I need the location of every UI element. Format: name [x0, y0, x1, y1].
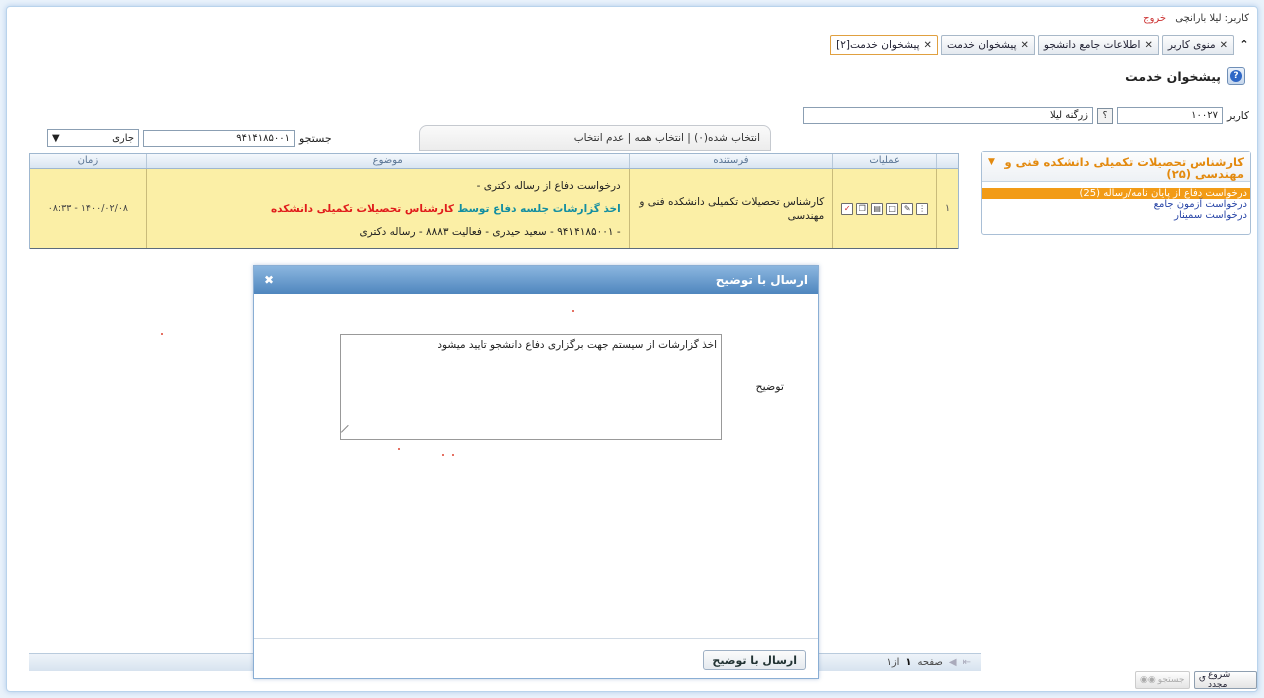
subject-line-2: اخذ گزارشات جلسه دفاع توسط کارشناس تحصیل… — [155, 198, 621, 221]
header-subject[interactable]: موضوع — [145, 154, 629, 168]
user-line: کاربر: لیلا بارانچی خروج — [1143, 13, 1249, 24]
restart-button-label: شروع مجدد — [1208, 670, 1231, 690]
user-name-field[interactable]: زرگنه لیلا — [803, 107, 1094, 124]
logout-link[interactable]: خروج — [1143, 13, 1166, 24]
header-ops[interactable]: عملیات — [832, 154, 936, 168]
row-index: ۱ — [936, 169, 958, 248]
category-title: کارشناس تحصیلات تکمیلی دانشکده فنی و مهن… — [1004, 155, 1244, 181]
category-list: درخواست دفاع از پایان نامه/رساله (25) در… — [982, 182, 1250, 221]
category-item-seminar[interactable]: درخواست سمینار — [982, 210, 1250, 221]
artifact-dot — [572, 310, 574, 312]
status-select-value: جاری — [112, 132, 134, 144]
send-with-comment-dialog: ارسال با توضیح ✖ توضیح اخذ گزارشات از سی… — [253, 265, 819, 679]
header-sender[interactable]: فرستنده — [628, 154, 833, 168]
category-panel: کارشناس تحصیلات تکمیلی دانشکده فنی و مهن… — [981, 151, 1251, 235]
restart-icon: ↺ — [1198, 675, 1207, 685]
close-icon[interactable]: ✕ — [1021, 40, 1029, 51]
user-label: کاربر — [1227, 109, 1249, 122]
status-select[interactable]: جاری ▼ — [47, 129, 139, 147]
tab-label: پیشخوان خدمت[۲] — [836, 39, 920, 51]
dialog-title-bar[interactable]: ارسال با توضیح ✖ — [254, 266, 818, 294]
row-operations: ⋮ ✎ □ ▤ ❐ ✓ — [832, 169, 936, 248]
binoculars-icon: ◉◉ — [1140, 675, 1156, 685]
category-item-comprehensive-exam[interactable]: درخواست آزمون جامع — [982, 199, 1250, 210]
close-icon[interactable]: ✖ — [264, 273, 274, 287]
close-icon[interactable]: ✕ — [924, 40, 932, 51]
table-row[interactable]: ۱ ⋮ ✎ □ ▤ ❐ ✓ کارشناس تحصیلات تکمیلی دان… — [30, 169, 958, 249]
grid-header: عملیات فرستنده موضوع زمان — [30, 154, 958, 169]
user-code-input[interactable]: ۱۰۰۲۷ — [1117, 107, 1224, 124]
comment-textarea[interactable]: اخذ گزارشات از سیستم جهت برگزاری دفاع دا… — [340, 334, 722, 440]
help-icon[interactable]: ? — [1227, 67, 1245, 85]
chevron-down-icon: ▼ — [52, 132, 60, 144]
search-row: جستجو ۹۴۱۴۱۸۵۰۰۱ جاری ▼ — [47, 129, 332, 147]
subject-action: اخذ گزارشات جلسه دفاع توسط — [457, 203, 621, 215]
search-label: جستجو — [299, 131, 332, 145]
user-lookup-button[interactable]: ؟ — [1097, 107, 1114, 124]
comment-text: اخذ گزارشات از سیستم جهت برگزاری دفاع دا… — [437, 339, 717, 351]
selection-bar[interactable]: انتخاب شده(۰) | انتخاب همه | عدم انتخاب — [419, 125, 771, 151]
edit-icon[interactable]: ✎ — [901, 202, 914, 215]
page-title: ? پیشخوان خدمت — [1125, 67, 1245, 85]
artifact-dot — [398, 448, 400, 450]
page-label: صفحه — [917, 657, 943, 668]
document-icon[interactable]: □ — [886, 202, 899, 215]
page-number-input[interactable]: ۱ — [905, 657, 911, 668]
resize-grip-icon[interactable] — [340, 424, 356, 440]
tab-service-desk-2[interactable]: ✕ پیشخوان خدمت[۲] — [830, 35, 938, 55]
search-input[interactable]: ۹۴۱۴۱۸۵۰۰۱ — [143, 129, 295, 147]
artifact-dot — [442, 454, 444, 456]
view-icon[interactable]: ⋮ — [916, 202, 929, 215]
bottom-toolbar: ◉◉ جستجو ↺ شروع مجدد — [1135, 670, 1257, 690]
cartable-grid: عملیات فرستنده موضوع زمان ۱ ⋮ ✎ □ ▤ ❐ ✓ … — [29, 153, 959, 249]
current-user: کاربر: لیلا بارانچی — [1175, 13, 1249, 24]
subject-role: کارشناس تحصیلات تکمیلی دانشکده — [270, 203, 455, 215]
search-button-label: جستجو — [1157, 675, 1185, 685]
page-title-text: پیشخوان خدمت — [1125, 68, 1221, 84]
row-subject: درخواست دفاع از رساله دکتری - اخذ گزارشا… — [145, 169, 629, 248]
tab-label: پیشخوان خدمت — [946, 39, 1017, 51]
archive-icon[interactable]: ▤ — [871, 202, 884, 215]
send-with-comment-button[interactable]: ارسال با توضیح — [703, 650, 806, 670]
user-selector: کاربر ۱۰۰۲۷ ؟ زرگنه لیلا — [803, 107, 1249, 124]
category-panel-header[interactable]: کارشناس تحصیلات تکمیلی دانشکده فنی و مهن… — [982, 152, 1250, 182]
comment-label: توضیح — [755, 380, 784, 393]
subject-line-3: - ۹۴۱۴۱۸۵۰۰۱ - سعید حیدری - فعالیت ۸۸۸۳ … — [359, 226, 621, 238]
close-icon[interactable]: ✕ — [1144, 40, 1152, 51]
tab-label: اطلاعات جامع دانشجو — [1043, 39, 1141, 51]
page-total: از۱ — [886, 657, 900, 668]
collapse-icon[interactable]: ⌃ — [1237, 38, 1251, 52]
tab-user-menu[interactable]: ✕ منوی کاربر — [1161, 35, 1234, 55]
tab-bar: ⌃ ✕ منوی کاربر ✕ اطلاعات جامع دانشجو ✕ پ… — [830, 35, 1251, 55]
artifact-dot — [161, 333, 163, 335]
prev-page-icon[interactable]: ◀ — [949, 657, 957, 668]
artifact-dot — [452, 454, 454, 456]
copy-icon[interactable]: ❐ — [856, 202, 869, 215]
row-time: ۱۴۰۰/۰۲/۰۸ - ۰۸:۳۳ — [47, 203, 129, 214]
dialog-title: ارسال با توضیح — [715, 273, 808, 287]
tab-service-desk[interactable]: ✕ پیشخوان خدمت — [940, 35, 1035, 55]
send-approve-icon[interactable]: ✓ — [841, 202, 854, 215]
row-sender: کارشناس تحصیلات تکمیلی دانشکده فنی و مهن… — [628, 169, 833, 248]
restart-button[interactable]: ↺ شروع مجدد — [1193, 670, 1257, 690]
category-item-defense[interactable]: درخواست دفاع از پایان نامه/رساله (25) — [982, 188, 1250, 199]
header-index — [936, 154, 958, 168]
selection-text[interactable]: انتخاب شده(۰) | انتخاب همه | عدم انتخاب — [574, 132, 760, 144]
close-icon[interactable]: ✕ — [1220, 40, 1228, 51]
tab-student-info[interactable]: ✕ اطلاعات جامع دانشجو — [1037, 35, 1159, 55]
header-time[interactable]: زمان — [30, 154, 146, 168]
caret-down-icon[interactable]: ▼ — [988, 156, 995, 177]
app-window: کاربر: لیلا بارانچی خروج ⌃ ✕ منوی کاربر … — [6, 6, 1258, 692]
tab-label: منوی کاربر — [1167, 39, 1216, 51]
last-page-icon[interactable]: ⇤ — [963, 657, 971, 668]
search-button[interactable]: ◉◉ جستجو — [1135, 671, 1190, 689]
subject-line-1: درخواست دفاع از رساله دکتری - — [476, 180, 621, 192]
